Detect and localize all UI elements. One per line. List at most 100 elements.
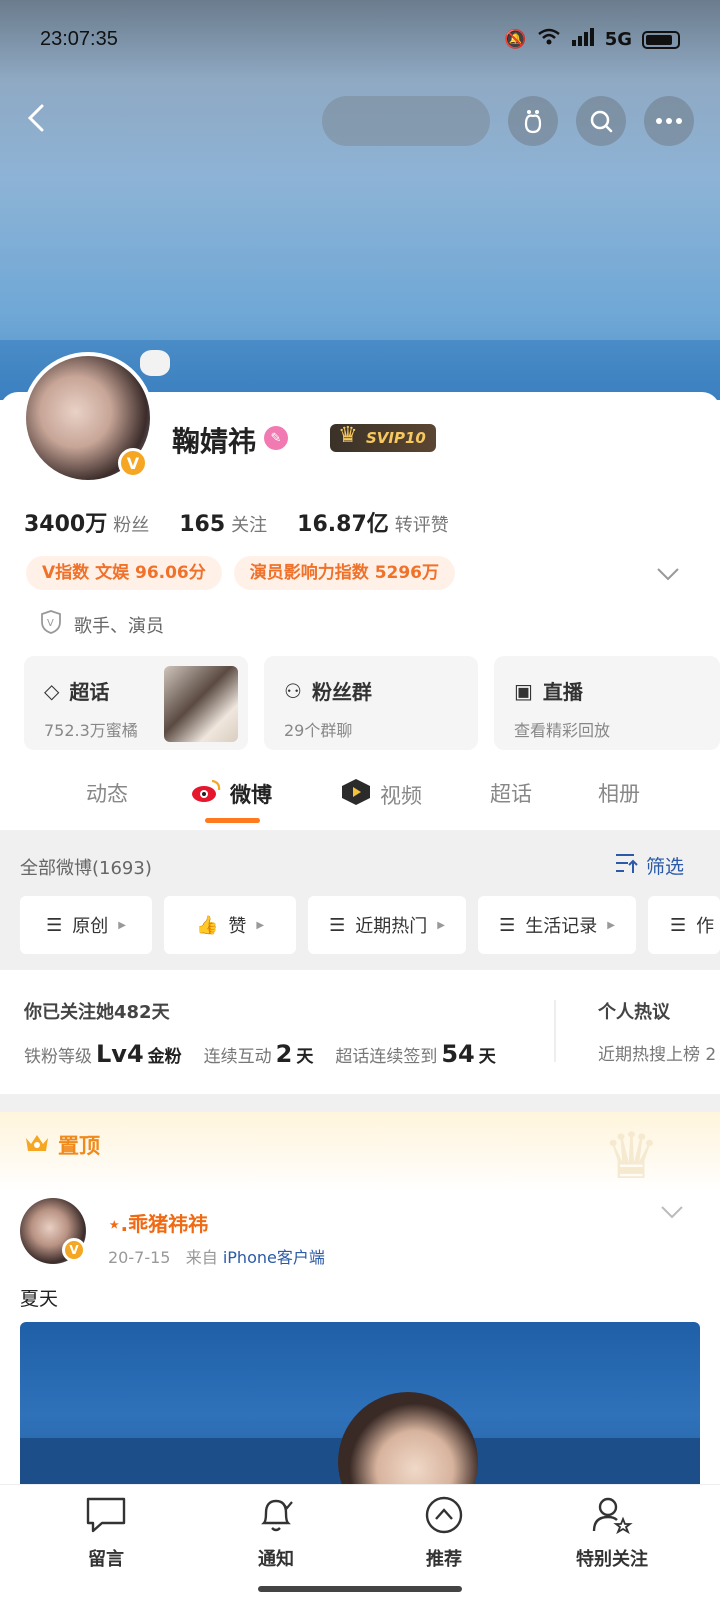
stat-likes-num: 16.87亿 [297,512,389,537]
chip-life-record[interactable]: ☰ 生活记录 ▶ [478,896,636,954]
svip-badge[interactable]: SVIP10 [330,422,436,452]
tab-feed[interactable]: 动态 [86,778,128,808]
user-star-icon [590,1497,634,1539]
tab-weibo[interactable]: 微博 [190,778,272,809]
tab-album[interactable]: 相册 [598,778,640,808]
chip-arrow-icon: ▶ [437,919,445,931]
nav-message[interactable]: 留言 [46,1495,166,1571]
tab-label: 相册 [598,782,640,806]
fan-level[interactable]: 铁粉等级 Lv4 金粉 [24,1040,182,1068]
chip-label: 赞 [228,916,247,937]
layers-icon: ☰ [329,914,346,936]
stat-fans[interactable]: 3400万 粉丝 [24,506,149,538]
pinned-text: 置顶 [58,1134,100,1158]
pinned-label: 置顶 [24,1130,100,1160]
checkin-streak: 超话连续签到 54 天 [335,1040,495,1068]
shield-icon: V [40,610,62,639]
interaction-label: 连续互动 [203,1047,272,1067]
diamond-icon: ◇ [44,678,60,703]
filter-section: 全部微博(1693) 筛选 ☰ 原创 ▶ 👍 赞 ▶ ☰ 近期热门 ▶ ☰ 生活记录 ▶ ☰ 作 [0,830,720,970]
avatar[interactable]: V [22,352,154,484]
tab-super-topic[interactable]: 超话 [490,778,532,808]
wifi-icon [537,28,561,51]
v-index-tag[interactable]: V指数 文娱 96.06分 [26,556,222,590]
tile-sub: 29个群聊 [284,721,353,740]
pink-badge-icon[interactable]: ✎ [264,426,288,450]
stat-following-num: 165 [179,512,226,537]
fan-divider [554,1000,556,1062]
feature-tiles: ◇ 超话 752.3万蜜橘 ⚇ 粉丝群 29个群聊 ▣ 直播 查看精彩回放 [24,656,720,752]
stat-likes[interactable]: 16.87亿 转评赞 [297,506,449,538]
chip-label: 生活记录 [525,916,598,937]
interaction-streak: 连续互动 2 天 [204,1040,314,1068]
filter-icon [614,852,638,879]
nav-search-pill[interactable] [322,96,490,146]
stat-following-label: 关注 [231,515,268,536]
network-label: 5G [604,29,632,50]
tile-thumbnail [164,666,238,742]
chip-liked[interactable]: 👍 赞 ▶ [164,896,296,954]
tile-title: 粉丝群 [311,680,372,704]
crown-icon [24,1132,50,1159]
tab-label: 动态 [86,782,128,806]
all-weibo-count: 全部微博(1693) [20,858,152,879]
post-avatar[interactable]: V [20,1198,86,1264]
chip-label: 作 [696,916,715,937]
chip-recent-hot[interactable]: ☰ 近期热门 ▶ [308,896,466,954]
post-source[interactable]: iPhone客户端 [223,1248,325,1267]
post-from: 来自 [185,1248,218,1267]
back-button[interactable] [18,98,58,138]
post-menu-chevron-icon[interactable] [660,1204,684,1223]
bell-icon [254,1499,298,1539]
checkin-unit: 天 [478,1047,496,1067]
checkin-value: 54 [441,1040,475,1068]
tab-label: 超话 [490,782,532,806]
chip-works[interactable]: ☰ 作 [648,896,720,954]
search-button[interactable] [576,96,626,146]
layers-icon: ☰ [670,914,687,936]
active-tab-indicator [205,818,260,823]
tile-live[interactable]: ▣ 直播 查看精彩回放 [494,656,720,750]
profile-name: 鞠婧祎 [172,425,257,458]
hot-discussion-title[interactable]: 个人热议 [598,998,670,1024]
tile-sub: 查看精彩回放 [514,721,611,740]
message-icon [84,1497,128,1539]
checkin-label: 超话连续签到 [335,1047,438,1067]
fan-level-label: 铁粉等级 [24,1047,92,1067]
nav-notify[interactable]: 通知 [216,1495,336,1571]
post-username[interactable]: ⋆.乖猪祎祎 [108,1208,208,1237]
tile-fan-group[interactable]: ⚇ 粉丝群 29个群聊 [264,656,478,750]
fan-level-suffix: 金粉 [147,1047,182,1067]
banner-figure [140,350,170,376]
home-indicator[interactable] [258,1586,462,1592]
stat-fans-num: 3400万 [24,512,108,537]
post-image[interactable] [20,1322,700,1492]
profile-tabs: 动态 微博 视频 超话 相册 [0,768,720,828]
post-meta: 20-7-15 来自 iPhone客户端 [108,1244,325,1268]
filter-label: 筛选 [645,856,684,878]
tab-label: 视频 [380,783,422,808]
more-button[interactable] [644,96,694,146]
post-date: 20-7-15 [108,1248,171,1267]
stat-likes-label: 转评赞 [394,515,449,536]
pinned-header: 置顶 ♛ [0,1112,720,1194]
nav-special-follow[interactable]: 特别关注 [552,1495,672,1571]
actor-index-tag[interactable]: 演员影响力指数 5296万 [233,556,456,590]
verified-badge-icon: V [62,1238,86,1262]
chip-original[interactable]: ☰ 原创 ▶ [20,896,152,954]
stat-following[interactable]: 165 关注 [179,511,267,537]
mascot-button[interactable] [508,96,558,146]
filter-button[interactable]: 筛选 [614,852,684,879]
chip-arrow-icon: ▶ [118,919,126,931]
tile-super-topic[interactable]: ◇ 超话 752.3万蜜橘 [24,656,248,750]
status-time: 23:07:35 [40,28,118,50]
chevron-down-icon[interactable] [656,566,680,585]
tab-label: 微博 [230,782,272,807]
tab-video[interactable]: 视频 [340,778,422,811]
stat-fans-label: 粉丝 [113,515,150,536]
follow-days: 你已关注她482天 [24,1002,170,1023]
pinned-post[interactable]: V ⋆.乖猪祎祎 20-7-15 来自 iPhone客户端 夏天 [0,1192,720,1492]
nav-recommend[interactable]: 推荐 [384,1495,504,1571]
nav-label: 留言 [88,1549,124,1570]
status-bar: 23:07:35 🔕 5G [40,28,680,58]
